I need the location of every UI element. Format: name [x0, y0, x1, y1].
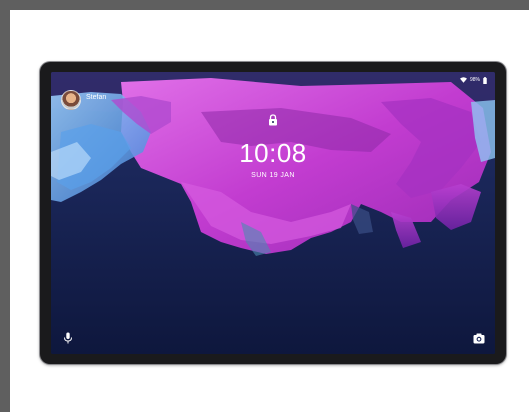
lock-screen-clock: 10:08 — [239, 138, 307, 168]
tablet-device: 98% Stefan 10:08 SUN 19 JAN — [40, 62, 506, 364]
battery-icon — [483, 76, 487, 84]
microphone-icon[interactable] — [63, 332, 73, 344]
lock-icon — [269, 114, 277, 126]
lock-screen[interactable]: 98% Stefan 10:08 SUN 19 JAN — [51, 72, 495, 354]
camera-icon[interactable] — [473, 333, 485, 344]
user-name[interactable]: Stefan — [86, 94, 106, 101]
avatar[interactable] — [61, 90, 81, 110]
canvas-frame: 98% Stefan 10:08 SUN 19 JAN — [10, 10, 529, 412]
battery-percentage: 98% — [469, 77, 480, 83]
wifi-icon — [459, 77, 467, 83]
status-bar: 98% — [459, 76, 487, 84]
lock-screen-date: SUN 19 JAN — [251, 172, 295, 179]
